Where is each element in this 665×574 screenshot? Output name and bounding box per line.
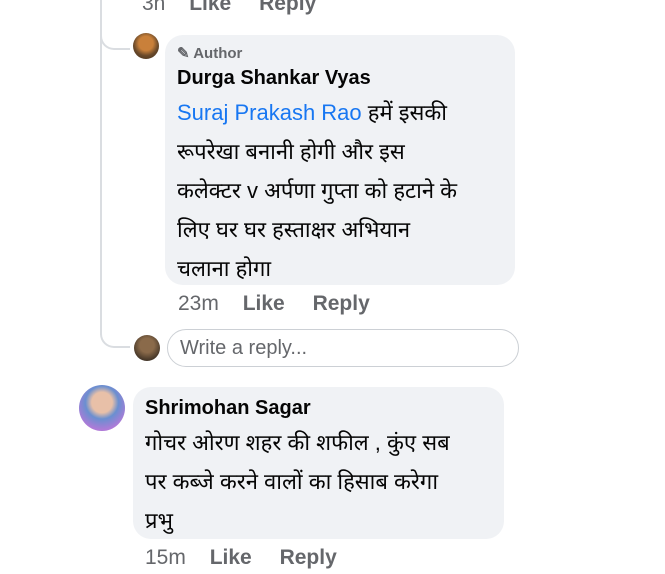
thread-line	[100, 0, 102, 335]
comment-text-line: रूपरेखा बनानी होगी और इस	[177, 139, 405, 164]
avatar	[134, 335, 160, 361]
comment-author-name[interactable]: Durga Shankar Vyas	[177, 67, 371, 90]
comment-actions: 23m Like Reply	[178, 292, 392, 316]
reply-button[interactable]: Reply	[313, 292, 370, 315]
mention-link[interactable]: Suraj Prakash Rao	[177, 100, 362, 125]
like-button[interactable]: Like	[210, 546, 252, 569]
comment-text-line: प्रभु	[145, 508, 173, 533]
comment-time: 3h	[142, 0, 166, 15]
like-button[interactable]: Like	[243, 292, 285, 315]
comment-author-name[interactable]: Shrimohan Sagar	[145, 397, 311, 420]
comment-time: 15m	[145, 546, 186, 569]
comment-actions: 15m Like Reply	[145, 546, 359, 570]
reply-input[interactable]: Write a reply...	[167, 329, 519, 367]
reply-input-placeholder: Write a reply...	[180, 336, 308, 359]
comment-bubble: Shrimohan Sagar गोचर ओरण शहर की शफील , क…	[133, 387, 504, 539]
comment-text-line: लिए घर घर हस्ताक्षर अभियान	[177, 217, 411, 242]
comment-text-line: गोचर ओरण शहर की शफील , कुंए सब	[145, 430, 450, 455]
pencil-icon: ✎	[177, 45, 190, 62]
author-badge-label: Author	[193, 45, 243, 62]
reply-button[interactable]: Reply	[259, 0, 316, 15]
comment-text-line: कलेक्टर v अर्पणा गुप्ता को हटाने के	[177, 178, 458, 203]
comment-text: गोचर ओरण शहर की शफील , कुंए सब पर कब्जे …	[145, 423, 500, 540]
comment-text-line: पर कब्जे करने वालों का हिसाब करेगा	[145, 469, 439, 494]
author-badge: ✎ Author	[177, 44, 242, 62]
comment-text: Suraj Prakash Rao हमें इसकी रूपरेखा बनान…	[177, 93, 513, 288]
comment-time: 23m	[178, 292, 219, 315]
reply-button[interactable]: Reply	[280, 546, 337, 569]
comment-text-line: हमें इसकी	[361, 100, 447, 125]
like-button[interactable]: Like	[189, 0, 231, 15]
avatar[interactable]	[79, 385, 125, 431]
thread-connector	[100, 14, 130, 50]
thread-connector	[100, 312, 130, 348]
avatar[interactable]	[133, 33, 159, 59]
previous-comment-actions: 3h Like Reply	[142, 0, 338, 16]
comment-bubble: ✎ Author Durga Shankar Vyas Suraj Prakas…	[165, 35, 515, 285]
comment-text-line: चलाना होगा	[177, 256, 272, 281]
